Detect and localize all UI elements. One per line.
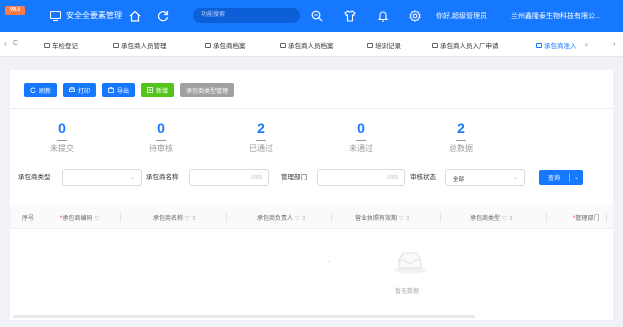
dept-label: 管理部门 — [281, 174, 307, 181]
refresh-icon — [30, 87, 36, 93]
tabs-next-arrow[interactable]: › — [613, 39, 616, 48]
column-header-index: 序号 — [22, 216, 35, 222]
stat-unsubmitted[interactable]: 0 未提交 — [32, 120, 92, 154]
tab-contractor-access[interactable]: 承包商准入 × — [536, 40, 588, 50]
audit-status-label: 审核状态 — [410, 174, 436, 181]
column-header-license-expiry[interactable]: 营业执照有效期 ▽ ⇕ — [355, 213, 410, 222]
filter-icon: ▽ ⇕ — [399, 216, 411, 222]
column-header-dept[interactable]: *管理部门 — [573, 213, 599, 222]
export-button[interactable]: 导出 — [102, 83, 136, 97]
tab-entry-application[interactable]: 承包商人员入厂申请 — [432, 40, 499, 50]
toolbar: 刷新 打印 导出 新增 承包商类型管理 — [24, 83, 235, 97]
contractor-type-select[interactable]: ⌄ — [62, 169, 142, 186]
contractor-type-label: 承包商类型 — [18, 174, 51, 181]
filter-icon: ▽ — [94, 216, 99, 222]
contractor-type-manage-button[interactable]: 承包商类型管理 — [180, 83, 235, 97]
export-icon — [108, 87, 114, 93]
page-icon — [367, 42, 373, 48]
home-icon[interactable] — [128, 9, 142, 23]
tab-contractor-personnel[interactable]: 承包商人员管理 — [113, 40, 167, 50]
column-header-name[interactable]: 承包商名称 ▽ ⇕ — [153, 213, 196, 222]
contractor-name-label: 承包商名称 — [146, 174, 179, 181]
top-bar: V8.0 安全全要素管理 功能搜索 你好,超级管理员 兰州鑫隆泰生物科技有限公.… — [0, 0, 623, 32]
function-search-input[interactable]: 功能搜索 — [193, 8, 300, 23]
stat-pending[interactable]: 0 待审核 — [131, 120, 191, 154]
filter-icon: ▽ ⇕ — [185, 216, 197, 222]
query-button[interactable]: 查询 ⌄ — [539, 170, 583, 185]
divider — [10, 108, 613, 109]
page-icon — [432, 42, 438, 48]
user-greeting[interactable]: 你好,超级管理员 — [436, 11, 487, 21]
chevron-down-icon: ⌄ — [129, 175, 135, 181]
page-tabs-bar: ‹ C 车检登记 承包商人员管理 承包商档案 承包商人员档案 培训记录 承包商人… — [0, 32, 623, 57]
empty-box-icon — [394, 252, 426, 274]
divider — [328, 261, 329, 262]
audit-status-select[interactable]: 全部 ⌄ — [445, 169, 525, 186]
monitor-icon — [50, 10, 61, 21]
column-header-owner[interactable]: 承包商负责人 ▽ ⇕ — [257, 213, 306, 222]
stat-rejected[interactable]: 0 未通过 — [331, 120, 391, 154]
table-header: 序号 *承包商编码 ▽ 承包商名称 ▽ ⇕ 承包商负责人 ▽ ⇕ 营业执照有效期 ▽ ⇕… — [10, 205, 613, 229]
tabs-prev-arrow[interactable]: ‹ — [4, 39, 7, 48]
theme-shirt-icon[interactable] — [343, 9, 357, 23]
chevron-down-icon[interactable]: ⌄ — [570, 174, 579, 181]
contractor-access-panel: 刷新 打印 导出 新增 承包商类型管理 0 未提交 0 待审核 2 已通过 0 … — [10, 70, 613, 320]
filter-icon: ▽ ⇕ — [295, 216, 307, 222]
tab-vehicle-register[interactable]: 车检登记 — [44, 40, 78, 50]
close-tab-icon[interactable]: × — [585, 42, 589, 49]
gear-icon[interactable] — [408, 9, 422, 23]
stat-total[interactable]: 2 总数据 — [431, 120, 491, 154]
column-header-type[interactable]: 承包商类型 ▽ ⇕ — [470, 213, 513, 222]
refresh-icon[interactable] — [156, 9, 170, 23]
bell-icon[interactable] — [376, 9, 390, 23]
system-name: 安全全要素管理 — [66, 11, 122, 20]
dept-input[interactable]: 0/60 — [317, 169, 405, 186]
page-icon — [113, 42, 119, 48]
print-button[interactable]: 打印 — [63, 83, 97, 97]
page-icon — [536, 42, 542, 48]
refresh-button[interactable]: 刷新 — [24, 83, 58, 97]
tab-training-record[interactable]: 培训记录 — [367, 40, 401, 50]
tabs-refresh-icon[interactable]: C — [13, 40, 18, 47]
filter-icon: ▽ ⇕ — [502, 216, 514, 222]
version-badge: V8.0 — [5, 6, 25, 15]
tab-contractor-personnel-archive[interactable]: 承包商人员档案 — [280, 40, 334, 50]
page-icon — [44, 42, 50, 48]
zoom-icon[interactable] — [310, 9, 324, 23]
contractor-name-input[interactable]: 0/60 — [189, 169, 269, 186]
column-header-code[interactable]: *承包商编码 ▽ — [60, 213, 99, 222]
chevron-down-icon: ⌄ — [512, 175, 518, 181]
system-switcher[interactable]: 安全全要素管理 — [50, 10, 122, 21]
add-button[interactable]: 新增 — [141, 83, 175, 97]
add-icon — [147, 87, 153, 93]
company-name[interactable]: 兰州鑫隆泰生物科技有限公... — [511, 11, 601, 21]
page-icon — [280, 42, 286, 48]
stat-approved[interactable]: 2 已通过 — [231, 120, 291, 154]
page-icon — [205, 42, 211, 48]
empty-state-text: 暂无数据 — [395, 289, 420, 295]
tab-contractor-archive[interactable]: 承包商档案 — [205, 40, 246, 50]
printer-icon — [69, 87, 75, 92]
horizontal-scrollbar[interactable] — [13, 315, 475, 318]
